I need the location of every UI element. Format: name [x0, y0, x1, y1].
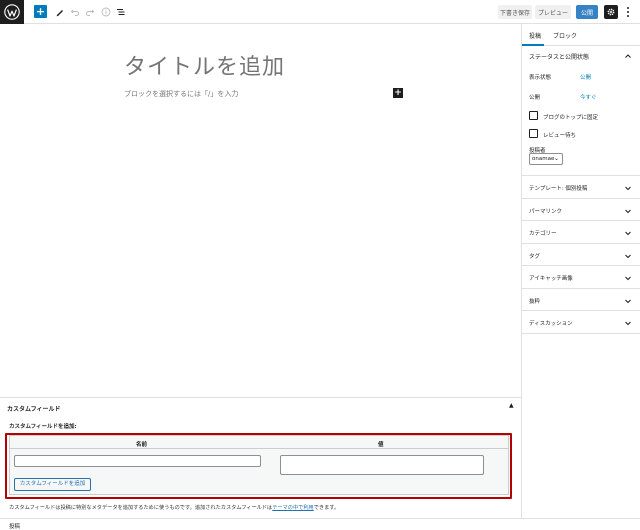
help-text-before: カスタムフィールドは投稿に特別なメタデータを追加するために使うものです。追加され…: [9, 505, 273, 511]
panel-title: タグ: [529, 253, 541, 260]
panel-title: 抜粋: [529, 298, 541, 305]
panel-categories[interactable]: カテゴリー: [522, 221, 640, 244]
block-placeholder[interactable]: ブロックを選択するには「/」を入力: [124, 89, 238, 99]
panel-title: カテゴリー: [529, 231, 557, 237]
sidebar-tabs: 投稿 ブロック: [522, 24, 640, 46]
chevron-up-icon[interactable]: [624, 52, 632, 60]
column-name-header: 名前: [136, 442, 148, 448]
chevron-down-icon: [624, 319, 632, 327]
panel-permalink[interactable]: パーマリンク: [522, 199, 640, 221]
undo-icon: [70, 9, 79, 16]
publish-label: 公開: [529, 95, 541, 101]
tab-block[interactable]: ブロック: [553, 31, 577, 40]
preview-button[interactable]: プレビュー: [535, 5, 571, 19]
add-custom-field-button[interactable]: カスタムフィールドを追加: [14, 478, 91, 491]
publish-button[interactable]: 公開: [576, 5, 598, 19]
help-text-after: できます。: [313, 505, 340, 511]
panel-excerpt[interactable]: 抜粋: [522, 289, 640, 311]
panel-title: アイキャッチ画像: [529, 276, 573, 282]
pencil-icon: [56, 10, 63, 17]
redo-icon: [86, 9, 95, 16]
help-link[interactable]: テーマの中で利用: [272, 505, 314, 511]
publish-date-toggle[interactable]: 今すぐ: [580, 93, 597, 101]
chevron-down-icon: [624, 184, 632, 192]
stick-to-top-label: ブログのトップに固定: [543, 115, 599, 121]
custom-field-value-input[interactable]: [280, 455, 484, 475]
chevron-down-icon: [624, 274, 632, 282]
save-draft-button[interactable]: 下書き保存: [498, 5, 532, 19]
panel-template[interactable]: テンプレート: 個別投稿: [522, 176, 640, 199]
panel-title-status[interactable]: ステータスと公開状態: [529, 52, 589, 61]
editor-canvas: タイトルを追加 ブロックを選択するには「/」を入力 +: [0, 24, 521, 397]
inline-add-block-button[interactable]: +: [393, 88, 403, 98]
visibility-toggle[interactable]: 公開: [580, 73, 591, 81]
redo-button[interactable]: [84, 4, 96, 20]
visibility-label: 表示状態: [529, 75, 552, 81]
pending-review-checkbox[interactable]: [529, 129, 538, 138]
more-options-button[interactable]: [623, 4, 633, 20]
chevron-down-icon: [624, 297, 632, 305]
list-view-icon: [117, 9, 125, 15]
custom-field-table-header: 名前 値: [10, 436, 508, 449]
panel-title: ディスカッション: [529, 321, 573, 327]
post-title-input[interactable]: タイトルを追加: [124, 49, 285, 81]
chevron-down-icon: [624, 252, 632, 260]
stick-to-top-checkbox[interactable]: [529, 111, 538, 120]
editor-toolbar: + 下書き保存 プレビュー 公開: [0, 0, 640, 24]
undo-button[interactable]: [69, 4, 81, 20]
custom-fields-metabox: カスタムフィールド ▲ カスタムフィールドを追加: 名前 値 カスタムフィールド…: [0, 397, 521, 518]
panel-tags[interactable]: タグ: [522, 244, 640, 266]
chevron-down-icon: ⌄: [553, 155, 559, 162]
gear-icon: [607, 8, 615, 16]
author-select[interactable]: onamae ⌄: [529, 153, 563, 165]
wordpress-logo[interactable]: [0, 0, 24, 24]
author-value: onamae: [532, 156, 555, 162]
custom-field-table: 名前 値 カスタムフィールドを追加: [9, 435, 509, 495]
edit-tool-button[interactable]: [54, 4, 66, 20]
panel-title: パーマリンク: [529, 208, 563, 215]
add-block-button[interactable]: +: [34, 5, 47, 18]
metabox-title[interactable]: カスタムフィールド: [7, 404, 61, 413]
settings-sidebar: 投稿 ブロック ステータスと公開状態 表示状態 公開 公開 今すぐ ブログのトッ…: [521, 24, 640, 518]
wordpress-icon: [4, 4, 20, 20]
tab-post[interactable]: 投稿: [529, 31, 541, 40]
panel-featured-image[interactable]: アイキャッチ画像: [522, 266, 640, 289]
panel-discussion[interactable]: ディスカッション: [522, 311, 640, 334]
custom-field-help-text: カスタムフィールドは投稿に特別なメタデータを追加するために使うものです。追加され…: [9, 504, 339, 511]
pending-review-label: レビュー待ち: [543, 133, 577, 139]
chevron-down-icon: [624, 229, 632, 237]
add-custom-field-heading: カスタムフィールドを追加:: [9, 424, 77, 430]
breadcrumb[interactable]: 投稿: [9, 522, 20, 530]
details-button[interactable]: [100, 4, 112, 20]
collapse-toggle-icon[interactable]: ▲: [509, 402, 514, 409]
settings-button[interactable]: [604, 5, 618, 19]
editor-footer: 投稿: [0, 518, 640, 530]
info-icon: [101, 7, 111, 17]
chevron-down-icon: [624, 207, 632, 215]
custom-field-name-input[interactable]: [14, 455, 261, 467]
list-view-button[interactable]: [115, 4, 127, 20]
panel-title: テンプレート: 個別投稿: [529, 186, 588, 192]
more-vertical-icon: [627, 7, 629, 17]
column-value-header: 値: [378, 442, 384, 448]
